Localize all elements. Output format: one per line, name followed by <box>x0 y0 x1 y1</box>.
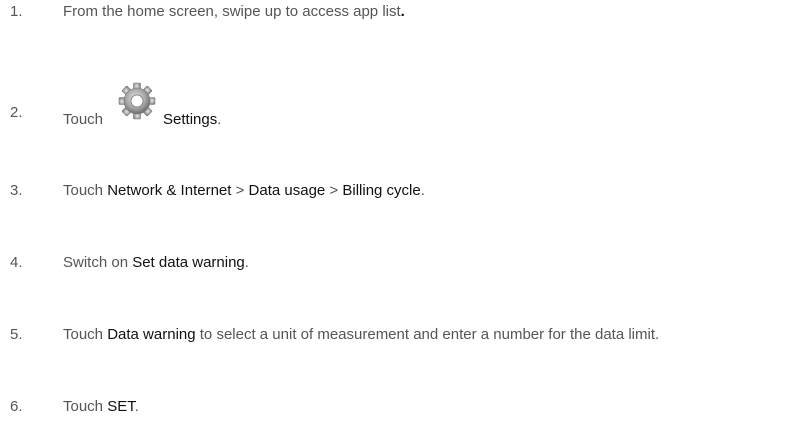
step-text-part-bold: Data warning <box>107 325 196 343</box>
step-text-part: . <box>244 253 249 271</box>
step-number: 5. <box>10 325 23 343</box>
step-text-part: Touch <box>63 110 104 128</box>
step-text: Touch Network & Internet > Data usage > … <box>63 182 425 199</box>
step-number: 1. <box>10 2 23 20</box>
step-text-part-bold: . <box>400 2 405 20</box>
step-text: From the home screen, swipe up to access… <box>63 3 405 20</box>
step-text-part-bold: Set data warning <box>132 253 245 271</box>
step-number: 3. <box>10 181 23 199</box>
step-text-part-bold: Network & Internet <box>107 181 232 199</box>
step-text: Touch Data warning to select a unit of m… <box>63 326 659 343</box>
step-text-part: Switch on <box>63 253 133 271</box>
step-number: 2. <box>10 104 23 121</box>
step-number: 4. <box>10 253 23 271</box>
step-text-part: to select a unit of measurement and ente… <box>195 325 660 343</box>
step-text-part: From the home screen, swipe up to access… <box>63 2 401 20</box>
step-text-part-bold: SET <box>107 397 135 415</box>
settings-label: Settings <box>163 110 218 128</box>
step-text-part-bold: Billing cycle <box>342 181 421 199</box>
step-text-part: . <box>420 181 425 199</box>
step-text-part: > <box>325 181 343 199</box>
step-text-part: . <box>217 110 222 128</box>
settings-gear-icon <box>117 81 157 120</box>
step-text-part: > <box>231 181 249 199</box>
step-text: Touch SET. <box>63 398 139 415</box>
step-text-part: . <box>134 397 139 415</box>
step-text-part-bold: Data usage <box>248 181 326 199</box>
step-text-part: Touch <box>63 181 108 199</box>
step-text-part: Touch <box>63 397 108 415</box>
step-text: Switch on Set data warning. <box>63 254 249 271</box>
step-text-part: Touch <box>63 325 108 343</box>
step-text: Touch Settings. <box>63 82 221 128</box>
step-number: 6. <box>10 397 23 415</box>
